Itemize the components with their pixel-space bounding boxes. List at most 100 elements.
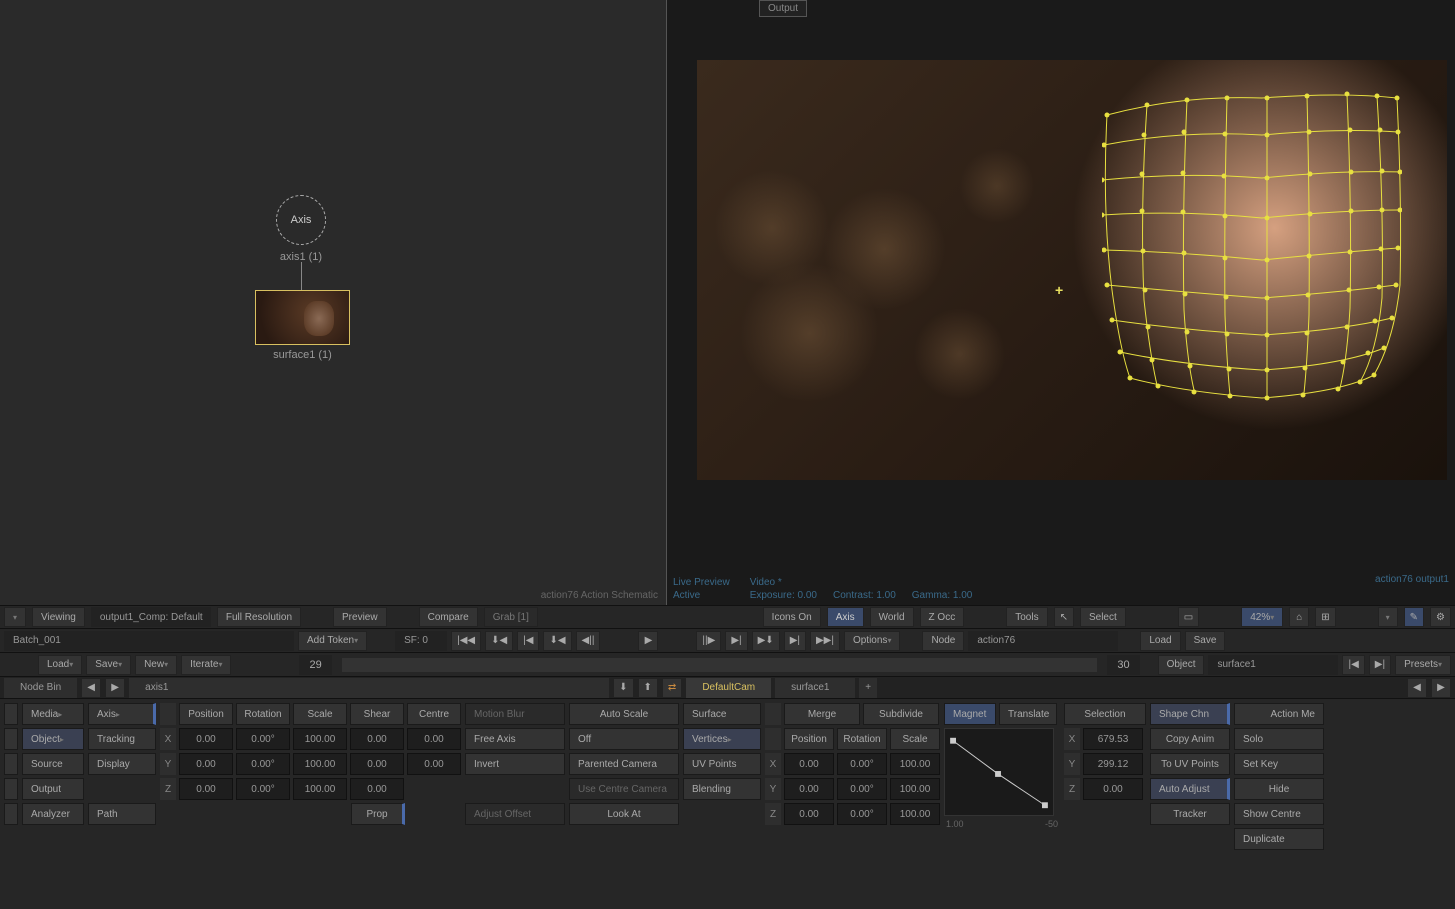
vertex-z[interactable]: 0.00 xyxy=(1083,778,1143,800)
icons-on-button[interactable]: Icons On xyxy=(763,607,821,627)
axis-menu[interactable]: Axis xyxy=(88,703,156,725)
cursor-tool-icon[interactable]: ↖ xyxy=(1054,607,1074,627)
axis-node[interactable]: Axis axis1 (1) xyxy=(276,195,326,263)
current-frame[interactable]: 29 xyxy=(299,655,331,675)
rot-x[interactable]: 0.00° xyxy=(236,728,290,750)
path-menu[interactable]: Path xyxy=(88,803,156,825)
vertex-x[interactable]: 679.53 xyxy=(1083,728,1143,750)
comp-field[interactable]: output1_Comp: Default xyxy=(91,607,211,627)
side-toggle-4[interactable] xyxy=(4,778,18,800)
surf-rot-z[interactable]: 0.00° xyxy=(837,803,887,825)
fit-icon[interactable]: ⊞ xyxy=(1315,607,1335,627)
next-key-icon[interactable]: ▶⬇ xyxy=(752,631,780,651)
side-toggle-1[interactable] xyxy=(4,703,18,725)
step-fwd-icon[interactable]: ▶| xyxy=(725,631,747,651)
copy-anim-button[interactable]: Copy Anim xyxy=(1150,728,1230,750)
eyedropper-icon[interactable]: ✎ xyxy=(1404,607,1424,627)
tracker-button[interactable]: Tracker xyxy=(1150,803,1230,825)
axis-node-circle[interactable]: Axis xyxy=(276,195,326,245)
add-tab-button[interactable]: + xyxy=(859,678,877,698)
go-start-icon[interactable]: |◀◀ xyxy=(451,631,481,651)
play-fwd-icon[interactable]: ||▶ xyxy=(696,631,721,651)
full-resolution-button[interactable]: Full Resolution xyxy=(217,607,301,627)
shear-header[interactable]: Shear xyxy=(350,703,404,725)
axis-toggle[interactable]: Axis xyxy=(827,607,864,627)
use-centre-camera-button[interactable]: Use Centre Camera xyxy=(569,778,679,800)
auto-adjust-button[interactable]: Auto Adjust xyxy=(1150,778,1230,800)
viewer-panel[interactable]: Output + xyxy=(666,0,1455,605)
side-toggle-2[interactable] xyxy=(4,728,18,750)
load-dropdown[interactable]: Load xyxy=(38,655,82,675)
go-key-next-icon[interactable]: ▶| xyxy=(784,631,806,651)
select-tool[interactable]: Select xyxy=(1080,607,1126,627)
display-menu[interactable]: Display xyxy=(88,753,156,775)
vertices-button[interactable]: Vertices xyxy=(683,728,761,750)
mesh-warp-overlay[interactable] xyxy=(1102,90,1402,405)
options-dropdown[interactable]: Options xyxy=(844,631,900,651)
hide-button[interactable]: Hide xyxy=(1234,778,1324,800)
blending-button[interactable]: Blending xyxy=(683,778,761,800)
surf-rotation-header[interactable]: Rotation xyxy=(837,728,887,750)
motion-blur-button[interactable]: Motion Blur xyxy=(465,703,565,725)
position-header[interactable]: Position xyxy=(179,703,233,725)
translate-button[interactable]: Translate xyxy=(999,703,1057,725)
z-occ-button[interactable]: Z Occ xyxy=(920,607,965,627)
parented-camera-button[interactable]: Parented Camera xyxy=(569,753,679,775)
magnet-button[interactable]: Magnet xyxy=(944,703,996,725)
magnet-curve-editor[interactable] xyxy=(944,728,1054,816)
object-button[interactable]: Object xyxy=(22,728,84,750)
node-field[interactable]: action76 xyxy=(968,631,1118,651)
add-token-dropdown[interactable]: Add Token xyxy=(298,631,367,651)
surf-scale-z[interactable]: 100.00 xyxy=(890,803,940,825)
centre-y[interactable]: 0.00 xyxy=(407,753,461,775)
scale-header[interactable]: Scale xyxy=(293,703,347,725)
preview-button[interactable]: Preview xyxy=(333,607,387,627)
viewing-button[interactable]: Viewing xyxy=(32,607,85,627)
defaultcam-tab[interactable]: DefaultCam xyxy=(686,678,771,698)
zoom-dropdown[interactable]: 42% xyxy=(1241,607,1283,627)
output-button[interactable]: Output xyxy=(22,778,84,800)
prop-button[interactable]: Prop xyxy=(351,803,405,825)
shear-z[interactable]: 0.00 xyxy=(350,778,404,800)
timeline-slider[interactable] xyxy=(342,658,1098,672)
subdivide-button[interactable]: Subdivide xyxy=(863,703,939,725)
duplicate-button[interactable]: Duplicate xyxy=(1234,828,1324,850)
surface-node-thumbnail[interactable] xyxy=(255,290,350,345)
prev-key-icon[interactable]: |◀ xyxy=(517,631,539,651)
next-obj-icon[interactable]: ▶| xyxy=(1369,655,1391,675)
surf-pos-y[interactable]: 0.00 xyxy=(784,778,834,800)
compare-button[interactable]: Compare xyxy=(419,607,478,627)
set-key-button[interactable]: Set Key xyxy=(1234,753,1324,775)
pin-icon[interactable]: ⬆ xyxy=(638,678,658,698)
play-back-icon[interactable]: ◀|| xyxy=(576,631,601,651)
batch-name-field[interactable]: Batch_001 xyxy=(4,631,294,651)
pos-z[interactable]: 0.00 xyxy=(179,778,233,800)
tab-next-icon[interactable]: ▶ xyxy=(105,678,125,698)
go-key-prev-icon[interactable]: ⬇◀ xyxy=(485,631,513,651)
invert-button[interactable]: Invert xyxy=(465,753,565,775)
start-frame-field[interactable]: SF: 0 xyxy=(395,631,447,651)
scale-y[interactable]: 100.00 xyxy=(293,753,347,775)
new-dropdown[interactable]: New xyxy=(135,655,177,675)
adjust-offset-button[interactable]: Adjust Offset xyxy=(465,803,565,825)
surface1-tab[interactable]: surface1 xyxy=(775,678,855,698)
off-field[interactable]: Off xyxy=(569,728,679,750)
media-button[interactable]: Media xyxy=(22,703,84,725)
world-button[interactable]: World xyxy=(870,607,914,627)
merge-button[interactable]: Merge xyxy=(784,703,860,725)
surf-pos-z[interactable]: 0.00 xyxy=(784,803,834,825)
surf-scale-y[interactable]: 100.00 xyxy=(890,778,940,800)
uv-points-button[interactable]: UV Points xyxy=(683,753,761,775)
auto-scale-button[interactable]: Auto Scale xyxy=(569,703,679,725)
rot-z[interactable]: 0.00° xyxy=(236,778,290,800)
surf-pos-x[interactable]: 0.00 xyxy=(784,753,834,775)
output-tab[interactable]: Output xyxy=(759,0,807,17)
side-toggle-3[interactable] xyxy=(4,753,18,775)
iterate-dropdown[interactable]: Iterate xyxy=(181,655,231,675)
settings-icon[interactable]: ⚙ xyxy=(1430,607,1451,627)
viewer-image[interactable]: + xyxy=(697,60,1447,480)
tab-prev-icon[interactable]: ◀ xyxy=(81,678,101,698)
presets-dropdown[interactable]: Presets xyxy=(1395,655,1451,675)
lock-icon[interactable]: ⬇ xyxy=(613,678,633,698)
end-frame[interactable]: 30 xyxy=(1107,655,1139,675)
